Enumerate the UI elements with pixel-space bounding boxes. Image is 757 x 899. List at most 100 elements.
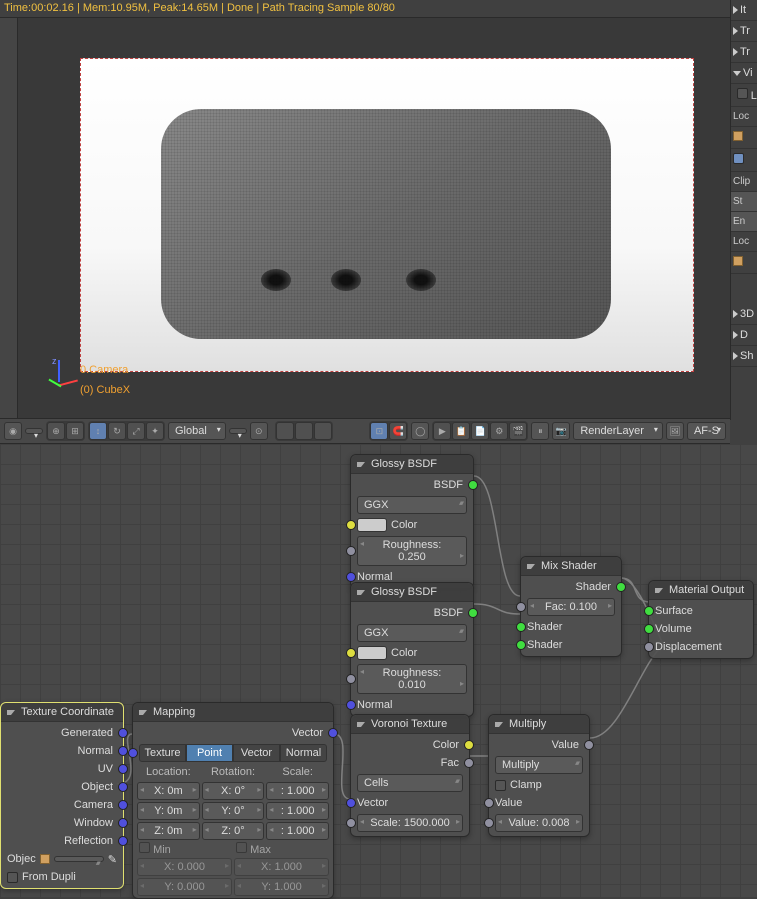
socket-normal-out[interactable] <box>118 746 128 756</box>
bounding-icon[interactable]: ⊞ <box>66 422 84 440</box>
tab-vector[interactable]: Vector <box>233 744 280 762</box>
socket-color-out[interactable] <box>464 740 474 750</box>
layer-button[interactable] <box>276 422 294 440</box>
panel-en[interactable]: En <box>731 212 757 232</box>
node-header[interactable]: Voronoi Texture <box>351 715 469 734</box>
object-picker[interactable] <box>54 856 104 862</box>
loc-y[interactable]: Y: 0m <box>137 802 200 820</box>
socket-normal-in[interactable] <box>346 572 356 582</box>
camera-mode[interactable]: AF-S <box>687 422 726 440</box>
panel-sta[interactable]: St <box>731 192 757 212</box>
layer-button[interactable] <box>314 422 332 440</box>
roughness-field[interactable]: Roughness: 0.010 <box>357 664 467 694</box>
socket-bsdf-out[interactable] <box>468 608 478 618</box>
node-voronoi-texture[interactable]: Voronoi Texture Color Fac Cells Vector S… <box>350 714 470 837</box>
color-swatch[interactable] <box>357 518 387 532</box>
object-icon[interactable] <box>40 854 50 864</box>
node-header[interactable]: Mix Shader <box>521 557 621 576</box>
socket-shader-in[interactable] <box>516 640 526 650</box>
node-glossy-bsdf-2[interactable]: Glossy BSDF BSDF GGX Color Roughness: 0.… <box>350 582 474 717</box>
node-header[interactable]: Texture Coordinate <box>1 703 123 722</box>
socket-roughness-in[interactable] <box>346 674 356 684</box>
render-icon[interactable]: ▶ <box>433 422 451 440</box>
socket-window-out[interactable] <box>118 818 128 828</box>
node-editor[interactable]: Glossy BSDF BSDF GGX Color Roughness: 0.… <box>0 444 757 897</box>
node-header[interactable]: Glossy BSDF <box>351 455 473 474</box>
roughness-field[interactable]: Roughness: 0.250 <box>357 536 467 566</box>
scale-z[interactable]: : 1.000 <box>266 822 329 840</box>
node-header[interactable]: Multiply <box>489 715 589 734</box>
socket-fac-in[interactable] <box>516 602 526 612</box>
socket-normal-in[interactable] <box>346 700 356 710</box>
layer-icon[interactable]: ⊙ <box>250 422 268 440</box>
panel-item[interactable]: 3D <box>731 304 757 325</box>
socket-reflection-out[interactable] <box>118 836 128 846</box>
fac-field[interactable]: Fac: 0.100 <box>527 598 615 616</box>
socket-vector-out[interactable] <box>328 728 338 738</box>
tab-normal[interactable]: Normal <box>280 744 327 762</box>
socket-vector-in[interactable] <box>346 798 356 808</box>
cursor-icon[interactable]: ⊕ <box>47 422 65 440</box>
clamp-check[interactable] <box>495 780 506 791</box>
panel-check[interactable] <box>731 149 757 172</box>
pivot-select[interactable] <box>229 428 247 434</box>
min-x[interactable]: X: 0.000 <box>137 858 232 876</box>
node-header[interactable]: Material Output <box>649 581 753 600</box>
rot-y[interactable]: Y: 0° <box>202 802 265 820</box>
node-glossy-bsdf-1[interactable]: Glossy BSDF BSDF GGX Color Roughness: 0.… <box>350 454 474 589</box>
scale-y[interactable]: : 1.000 <box>266 802 329 820</box>
transform-icon[interactable]: ✦ <box>146 422 164 440</box>
scale-field[interactable]: Scale: 1500.000 <box>357 814 463 832</box>
coloring-select[interactable]: Cells <box>357 774 463 792</box>
socket-camera-out[interactable] <box>118 800 128 810</box>
settings-icon[interactable]: ⚙ <box>490 422 508 440</box>
rot-x[interactable]: X: 0° <box>202 782 265 800</box>
min-check[interactable] <box>139 842 150 853</box>
panel-cube-icon[interactable] <box>731 252 757 274</box>
panel-item[interactable]: Sh <box>731 346 757 367</box>
node-math-multiply[interactable]: Multiply Value Multiply Clamp Value Valu… <box>488 714 590 837</box>
socket-displacement-in[interactable] <box>644 642 654 652</box>
socket-value-out[interactable] <box>584 740 594 750</box>
max-y[interactable]: Y: 1.000 <box>234 878 329 896</box>
socket-volume-in[interactable] <box>644 624 654 634</box>
socket-scale-in[interactable] <box>346 818 356 828</box>
min-y[interactable]: Y: 0.000 <box>137 878 232 896</box>
copy-icon[interactable]: 📋 <box>452 422 470 440</box>
camera-icon[interactable]: 🎬 <box>509 422 527 440</box>
translate-icon[interactable]: ↕ <box>89 422 107 440</box>
panel-item[interactable]: Vi <box>731 63 757 84</box>
rotate-icon[interactable]: ↻ <box>108 422 126 440</box>
node-texture-coordinate[interactable]: Texture Coordinate Generated Normal UV O… <box>0 702 124 889</box>
proportional-icon[interactable]: ◯ <box>411 422 429 440</box>
scale-x[interactable]: : 1.000 <box>266 782 329 800</box>
socket-value2-in[interactable] <box>484 818 494 828</box>
max-check[interactable] <box>236 842 247 853</box>
socket-value1-in[interactable] <box>484 798 494 808</box>
color-swatch[interactable] <box>357 646 387 660</box>
tab-texture[interactable]: Texture <box>139 744 186 762</box>
socket-roughness-in[interactable] <box>346 546 356 556</box>
loc-x[interactable]: X: 0m <box>137 782 200 800</box>
socket-shader-in[interactable] <box>516 622 526 632</box>
panel-subitem[interactable]: Le <box>731 84 757 107</box>
socket-bsdf-out[interactable] <box>468 480 478 490</box>
loc-z[interactable]: Z: 0m <box>137 822 200 840</box>
from-dupli-check[interactable] <box>7 872 18 883</box>
node-header[interactable]: Glossy BSDF <box>351 583 473 602</box>
node-mapping[interactable]: Mapping Vector Texture Point Vector Norm… <box>132 702 334 899</box>
panel-item[interactable]: It <box>731 0 757 21</box>
paste-icon[interactable]: 📄 <box>471 422 489 440</box>
slot-icon[interactable]: 📷 <box>552 422 570 440</box>
socket-fac-out[interactable] <box>464 758 474 768</box>
max-x[interactable]: X: 1.000 <box>234 858 329 876</box>
panel-item[interactable]: Tr <box>731 21 757 42</box>
panel-item[interactable]: Tr <box>731 42 757 63</box>
rot-z[interactable]: Z: 0° <box>202 822 265 840</box>
n-panel[interactable]: It Tr Tr Vi Le Loc Clip St En Loc 3D D S… <box>730 0 757 420</box>
socket-uv-out[interactable] <box>118 764 128 774</box>
tab-point[interactable]: Point <box>186 744 233 762</box>
layer-button[interactable] <box>295 422 313 440</box>
node-material-output[interactable]: Material Output Surface Volume Displacem… <box>648 580 754 659</box>
scale-icon[interactable]: ⤢ <box>127 422 145 440</box>
